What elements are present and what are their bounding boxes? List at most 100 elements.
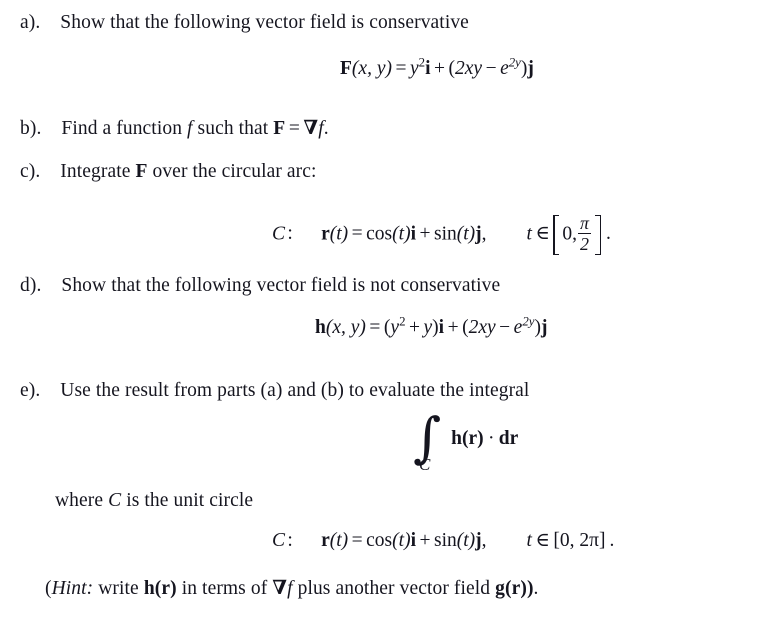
vector-h: h <box>451 428 462 450</box>
sin-function: sin <box>433 223 457 245</box>
part-c-curve-equation: C: r(t) = cos(t)i + sin(t)j, t ∈ 0, π 2. <box>272 213 611 255</box>
unit-vector-j: j <box>527 58 534 79</box>
term-y: y <box>409 58 419 79</box>
plus-sign: + <box>419 530 431 551</box>
part-b-text-pre: Find a function <box>61 118 183 139</box>
exponent-2: 2 <box>399 314 406 329</box>
nabla-icon: ∇ <box>272 576 288 599</box>
part-e-prompt-text: Use the result from parts (a) and (b) to… <box>60 380 530 401</box>
vector-h: h <box>315 317 326 338</box>
interval-contents: 0, π 2 <box>559 213 595 255</box>
part-e-label: e). <box>20 380 41 401</box>
interval-notation: 0, π 2 <box>553 213 602 255</box>
plus-sign: + <box>434 58 445 79</box>
r-argument: (t) <box>329 530 349 551</box>
term-y2: y <box>423 317 433 338</box>
cos-argument: (t) <box>392 530 411 551</box>
curve-name-C: C <box>272 530 286 551</box>
part-e-curve-equation: C: r(t) = cos(t)i + sin(t)j, t ∈ [0, 2π]. <box>272 531 614 551</box>
plus-sign: + <box>409 317 421 338</box>
equals-sign: = <box>351 530 363 551</box>
vector-r: r <box>321 223 330 245</box>
equals-sign: = <box>369 317 381 338</box>
part-b-label: b). <box>20 118 42 139</box>
function-args: (x, y) <box>351 58 392 79</box>
term-e: e <box>513 317 523 338</box>
hint-text-post: plus another vector field <box>297 578 491 599</box>
paren-open: ( <box>45 578 52 599</box>
sin-argument: (t) <box>456 530 476 551</box>
vector-F: F <box>340 58 352 79</box>
part-a-prompt: a). Show that the following vector field… <box>20 13 469 33</box>
dot-product-symbol: · <box>487 428 495 450</box>
colon: : <box>287 530 293 551</box>
period: . <box>609 530 615 551</box>
nabla-icon: ∇ <box>303 116 319 139</box>
function-f: f <box>187 118 193 139</box>
curve-name-C: C <box>108 490 122 511</box>
equals-sign: = <box>395 58 407 79</box>
part-c-label: c). <box>20 161 41 182</box>
bracket-left <box>553 215 560 255</box>
cos-argument: (t) <box>392 223 411 245</box>
exponent-2y: 2y <box>522 314 535 329</box>
where-text-pre: where <box>55 490 104 511</box>
cos-function: cos <box>366 530 393 551</box>
part-d-equation: h(x, y) = (y2 + y)i + (2xy − e2y)j <box>315 314 548 338</box>
part-b-prompt: b). Find a function f such that F = ∇f. <box>20 118 329 139</box>
bracket-right <box>595 215 602 255</box>
minus-sign: − <box>499 317 511 338</box>
integral-icon: ∫ C <box>413 411 441 473</box>
interval-notation: [0, 2π] <box>553 530 606 551</box>
comma: , <box>481 223 487 245</box>
g-argument: (r)) <box>505 578 534 599</box>
part-d-prompt-text: Show that the following vector field is … <box>61 275 501 296</box>
hint-line: (Hint: write h(r) in terms of ∇f plus an… <box>45 578 539 599</box>
period: . <box>533 578 539 599</box>
differential-dr: dr <box>498 428 519 450</box>
part-c-text-post: over the circular arc: <box>152 161 317 182</box>
document-page: a). Show that the following vector field… <box>0 0 771 617</box>
part-a-label: a). <box>20 12 41 33</box>
term-2xy: 2xy <box>455 58 483 79</box>
part-c-prompt: c). Integrate F over the circular arc: <box>20 162 317 182</box>
part-c-text-pre: Integrate <box>60 161 131 182</box>
fraction-numerator: π <box>580 213 590 234</box>
term-y: y <box>390 317 400 338</box>
colon: : <box>287 223 293 245</box>
period: . <box>323 118 329 139</box>
cos-function: cos <box>366 223 393 245</box>
integral-subscript-C: C <box>419 454 431 474</box>
function-f: f <box>287 578 293 599</box>
vector-r: r <box>321 530 330 551</box>
h-argument: (r) <box>154 578 177 599</box>
equals-sign: = <box>351 223 363 245</box>
part-d-prompt: d). Show that the following vector field… <box>20 276 500 296</box>
vector-h: h <box>143 578 155 599</box>
equals-sign: = <box>288 118 300 139</box>
plus-sign: + <box>419 223 431 245</box>
unit-circle-note: where C is the unit circle <box>55 491 253 511</box>
part-d-label: d). <box>20 275 42 296</box>
part-a-equation: F(x, y) = y2i + (2xy − e2y)j <box>340 55 534 79</box>
element-of-symbol: ∈ <box>535 223 550 245</box>
hint-text-mid: in terms of <box>181 578 268 599</box>
part-b-text-mid: such that <box>197 118 269 139</box>
part-a-prompt-text: Show that the following vector field is … <box>60 12 469 33</box>
exponent-2y: 2y <box>508 55 521 70</box>
integrand-argument: (r) <box>462 428 484 450</box>
sin-argument: (t) <box>456 223 476 245</box>
minus-sign: − <box>485 58 497 79</box>
unit-vector-j: j <box>540 317 548 338</box>
plus-sign: + <box>447 317 459 338</box>
interval-lower-bound: 0, <box>562 223 578 245</box>
unit-vector-i: i <box>425 58 431 79</box>
vector-F: F <box>135 161 148 182</box>
element-of-symbol: ∈ <box>535 530 550 551</box>
vector-g: g <box>495 578 505 599</box>
part-e-prompt: e). Use the result from parts (a) and (b… <box>20 381 529 401</box>
fraction-denominator: 2 <box>578 233 592 254</box>
part-e-integral: ∫ C h(r) · dr <box>413 411 519 473</box>
term-2xy: 2xy <box>468 317 496 338</box>
curve-name-C: C <box>272 223 286 245</box>
